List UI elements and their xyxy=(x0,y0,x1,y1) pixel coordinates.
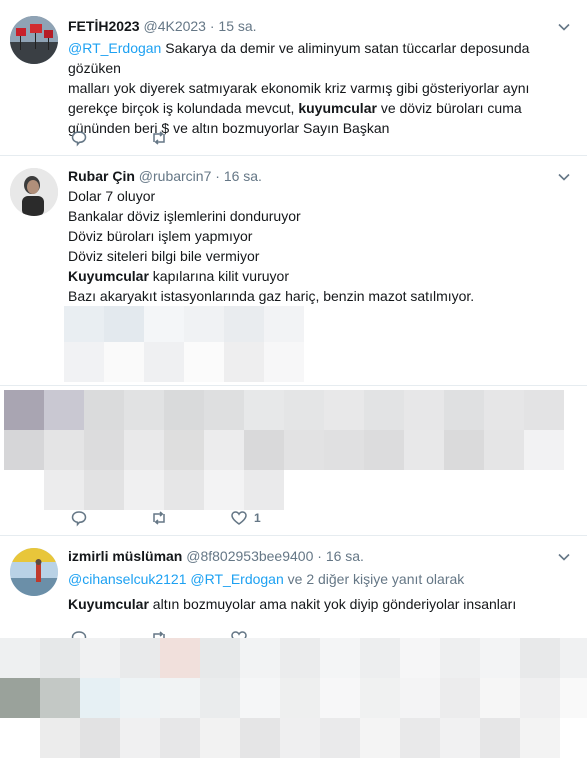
fullname[interactable]: FETİH2023 xyxy=(68,18,140,34)
avatar-seaside-image xyxy=(10,548,58,596)
tweet-header: izmirli müslüman @8f802953bee9400 · 16 s… xyxy=(68,547,364,565)
username[interactable]: @4K2023 xyxy=(143,18,205,34)
reply-icon xyxy=(71,511,87,527)
tweet-rubarcin[interactable]: Rubar Çin @rubarcin7 · 16 sa. Dolar 7 ol… xyxy=(0,156,587,386)
chevron-down-icon[interactable] xyxy=(557,20,571,34)
avatar[interactable] xyxy=(10,16,58,64)
text-line: malları yok diyerek satmıyarak ekonomik … xyxy=(68,80,530,96)
separator: · xyxy=(209,18,215,34)
timestamp[interactable]: 16 sa. xyxy=(224,168,262,184)
text-line: kapılarına kilit vuruyor xyxy=(148,268,289,284)
separator: · xyxy=(215,168,220,184)
tweet-izmirli[interactable]: izmirli müslüman @8f802953bee9400 · 16 s… xyxy=(0,536,587,759)
mention-link[interactable]: @cihanselcuk2121 xyxy=(68,571,187,587)
avatar[interactable] xyxy=(10,548,58,596)
tweet-text: Kuyumcular altın bozmuyolar ama nakit yo… xyxy=(68,594,578,614)
avatar-person-image xyxy=(10,168,58,216)
tweet-header: Rubar Çin @rubarcin7 · 16 sa. xyxy=(68,167,262,185)
timestamp[interactable]: 15 sa. xyxy=(218,18,256,34)
tweet-text: Dolar 7 oluyor Bankalar döviz işlemlerin… xyxy=(68,186,578,306)
reply-button[interactable] xyxy=(70,128,88,148)
retweet-icon xyxy=(153,511,165,525)
heart-icon xyxy=(231,511,247,525)
mention-link[interactable]: @RT_Erdogan xyxy=(190,571,283,587)
like-count: 1 xyxy=(254,511,261,525)
fullname[interactable]: Rubar Çin xyxy=(68,168,135,184)
chevron-down-icon[interactable] xyxy=(557,550,571,564)
reply-context: @cihanselcuk2121 @RT_Erdogan ve 2 diğer … xyxy=(68,569,578,589)
highlight-word: Kuyumcular xyxy=(68,268,149,284)
text-line: Döviz siteleri bilgi bile vermiyor xyxy=(68,248,260,264)
text-line: gerekçe birçok iş kolundada mevcut, xyxy=(68,100,299,116)
tweet-pixelated[interactable]: 1 xyxy=(0,386,587,536)
tweet-header: FETİH2023 @4K2023 · 15 sa. xyxy=(68,17,257,35)
tweet-fetih2023[interactable]: FETİH2023 @4K2023 · 15 sa. @RT_Erdogan S… xyxy=(0,0,587,156)
separator: · xyxy=(317,548,322,564)
retweet-button[interactable] xyxy=(150,508,168,528)
pixelated-media xyxy=(64,306,304,382)
reply-button[interactable] xyxy=(70,508,88,528)
text-line: Bazı akaryakıt istasyonlarında gaz hariç… xyxy=(68,288,475,304)
highlight-word: kuyumcular xyxy=(298,100,377,116)
like-button[interactable]: 1 xyxy=(230,508,261,528)
chevron-down-icon[interactable] xyxy=(557,170,571,184)
reply-context-text: ve 2 diğer kişiye yanıt olarak xyxy=(283,571,465,587)
retweet-button[interactable] xyxy=(150,128,168,148)
pixelated-content xyxy=(0,638,587,759)
highlight-word: Kuyumcular xyxy=(68,596,149,612)
avatar-flags-image xyxy=(10,16,58,64)
text-line: altın bozmuyolar ama nakit yok diyip gön… xyxy=(148,596,517,612)
username[interactable]: @rubarcin7 xyxy=(139,168,212,184)
text-line: Dolar 7 oluyor xyxy=(68,188,156,204)
fullname[interactable]: izmirli müslüman xyxy=(68,548,182,564)
text-line: Döviz büroları işlem yapmıyor xyxy=(68,228,253,244)
text-line: gününden beri $ ve altın bozmuyorlar Say… xyxy=(68,120,390,136)
retweet-icon xyxy=(153,131,165,145)
reply-icon xyxy=(71,131,87,147)
timestamp[interactable]: 16 sa. xyxy=(326,548,364,564)
pixelated-content xyxy=(4,390,574,510)
tweet-text: @RT_Erdogan Sakarya da demir ve aliminyu… xyxy=(68,38,578,138)
text-line: ve döviz büroları cuma xyxy=(376,100,522,116)
username[interactable]: @8f802953bee9400 xyxy=(186,548,313,564)
mention-link[interactable]: @RT_Erdogan xyxy=(68,40,161,56)
avatar[interactable] xyxy=(10,168,58,216)
text-line: Bankalar döviz işlemlerini donduruyor xyxy=(68,208,301,224)
